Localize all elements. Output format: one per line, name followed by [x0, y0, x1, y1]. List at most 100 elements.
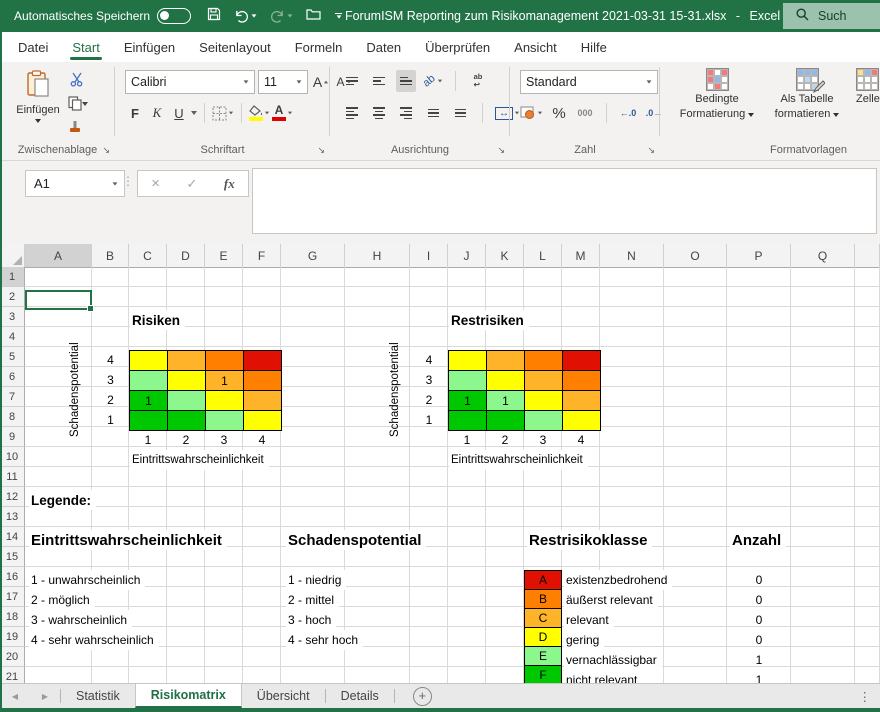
cell-I17[interactable] — [410, 587, 448, 607]
row-header-14[interactable]: 14 — [0, 527, 25, 547]
cell-Q11[interactable] — [791, 467, 855, 487]
cell-F19[interactable] — [243, 627, 281, 647]
cell-I9[interactable] — [410, 427, 448, 447]
matrix-y-axis-label[interactable]: Schadenspotential — [384, 332, 406, 448]
cell-A10[interactable] — [25, 447, 92, 467]
matrix-cell[interactable] — [449, 351, 487, 371]
cell-H11[interactable] — [345, 467, 410, 487]
riskclass-label[interactable]: gering — [564, 630, 604, 650]
matrix-cell[interactable] — [449, 411, 487, 431]
cell-K1[interactable] — [486, 267, 524, 287]
row-header-7[interactable]: 7 — [0, 387, 25, 407]
legend-item[interactable]: 3 - wahrscheinlich — [29, 610, 132, 630]
align-bottom-button[interactable] — [396, 70, 416, 92]
cell-I18[interactable] — [410, 607, 448, 627]
cell-I15[interactable] — [410, 547, 448, 567]
folder-icon[interactable] — [306, 7, 321, 25]
cell-O7[interactable] — [664, 387, 727, 407]
cell-O12[interactable] — [664, 487, 727, 507]
cell-I19[interactable] — [410, 627, 448, 647]
cell-N4[interactable] — [600, 327, 664, 347]
row-header-16[interactable]: 16 — [0, 567, 25, 587]
matrix-row-label[interactable]: 1 — [92, 410, 129, 430]
row-header-6[interactable]: 6 — [0, 367, 25, 387]
cell-styles-button[interactable]: Zellenfo — [856, 68, 880, 106]
cell-Q10[interactable] — [791, 447, 855, 467]
cell-O15[interactable] — [664, 547, 727, 567]
cell-L13[interactable] — [524, 507, 562, 527]
matrix-cell[interactable] — [487, 411, 525, 431]
save-icon[interactable] — [207, 7, 221, 26]
cell-I4[interactable] — [410, 327, 448, 347]
cell-H20[interactable] — [345, 647, 410, 667]
cell-B9[interactable] — [92, 427, 129, 447]
formula-bar-grip[interactable]: ⋮ — [122, 174, 134, 188]
matrix-cell[interactable]: 1 — [206, 371, 244, 391]
column-header-M[interactable]: M — [562, 244, 600, 267]
cell-O3[interactable] — [664, 307, 727, 327]
cell-F17[interactable] — [243, 587, 281, 607]
cell-G5[interactable] — [281, 347, 345, 367]
cell-N13[interactable] — [600, 507, 664, 527]
cell-C20[interactable] — [129, 647, 167, 667]
riskclass-swatch-B[interactable]: B — [524, 589, 562, 609]
cell-P5[interactable] — [727, 347, 791, 367]
cell-E11[interactable] — [205, 467, 243, 487]
cell-O1[interactable] — [664, 267, 727, 287]
ribbon-tab-überprüfen[interactable]: Überprüfen — [413, 32, 502, 62]
align-center-button[interactable] — [369, 102, 389, 124]
column-header-N[interactable]: N — [600, 244, 664, 267]
sheet-nav-left-icon[interactable]: ◀ — [0, 684, 30, 708]
format-painter-button[interactable] — [68, 120, 83, 135]
cut-button[interactable] — [70, 72, 85, 87]
quick-access-options-icon[interactable] — [334, 13, 342, 19]
cell-P1[interactable] — [727, 267, 791, 287]
cell-G3[interactable] — [281, 307, 345, 327]
cell-K15[interactable] — [486, 547, 524, 567]
cell-E20[interactable] — [205, 647, 243, 667]
paste-button[interactable]: Einfügen — [12, 70, 64, 123]
cell-D17[interactable] — [167, 587, 205, 607]
cell-C17[interactable] — [129, 587, 167, 607]
cell-H12[interactable] — [345, 487, 410, 507]
cell-J15[interactable] — [448, 547, 486, 567]
cell-L2[interactable] — [524, 287, 562, 307]
cell-C11[interactable] — [129, 467, 167, 487]
search-box[interactable]: Such — [783, 3, 880, 29]
column-header-L[interactable]: L — [524, 244, 562, 267]
cell-J2[interactable] — [448, 287, 486, 307]
formula-input[interactable] — [252, 168, 877, 234]
cell-L4[interactable] — [524, 327, 562, 347]
matrix-cell[interactable] — [525, 391, 563, 411]
cell-L15[interactable] — [524, 547, 562, 567]
cell-B2[interactable] — [92, 287, 129, 307]
column-header-G[interactable]: G — [281, 244, 345, 267]
cell-C21[interactable] — [129, 667, 167, 684]
cell-K17[interactable] — [486, 587, 524, 607]
cell-N8[interactable] — [600, 407, 664, 427]
ribbon-tab-formeln[interactable]: Formeln — [283, 32, 355, 62]
row-header-12[interactable]: 12 — [0, 487, 25, 507]
cell-D19[interactable] — [167, 627, 205, 647]
matrix-y-axis-label[interactable]: Schadenspotential — [64, 332, 86, 448]
autosave-toggle[interactable] — [157, 8, 191, 24]
riskclass-count[interactable]: 1 — [727, 650, 791, 670]
matrix-cell[interactable] — [244, 371, 282, 391]
underline-dropdown-icon[interactable] — [191, 111, 197, 115]
cell-H10[interactable] — [345, 447, 410, 467]
riskclass-count[interactable]: 0 — [727, 590, 791, 610]
cell-Q14[interactable] — [791, 527, 855, 547]
cell-E19[interactable] — [205, 627, 243, 647]
cell-J19[interactable] — [448, 627, 486, 647]
ribbon-tab-einfügen[interactable]: Einfügen — [112, 32, 187, 62]
matrix-title[interactable]: Risiken — [130, 310, 185, 330]
riskclass-swatch-F[interactable]: F — [524, 665, 562, 684]
cell-O10[interactable] — [664, 447, 727, 467]
cell-I16[interactable] — [410, 567, 448, 587]
legend-title-probability[interactable]: Eintrittswahrscheinlichkeit — [29, 530, 227, 550]
insert-function-icon[interactable]: fx — [224, 176, 235, 192]
increase-indent-button[interactable] — [450, 102, 470, 124]
italic-button[interactable]: K — [147, 102, 167, 124]
cell-E4[interactable] — [205, 327, 243, 347]
row-header-15[interactable]: 15 — [0, 547, 25, 567]
